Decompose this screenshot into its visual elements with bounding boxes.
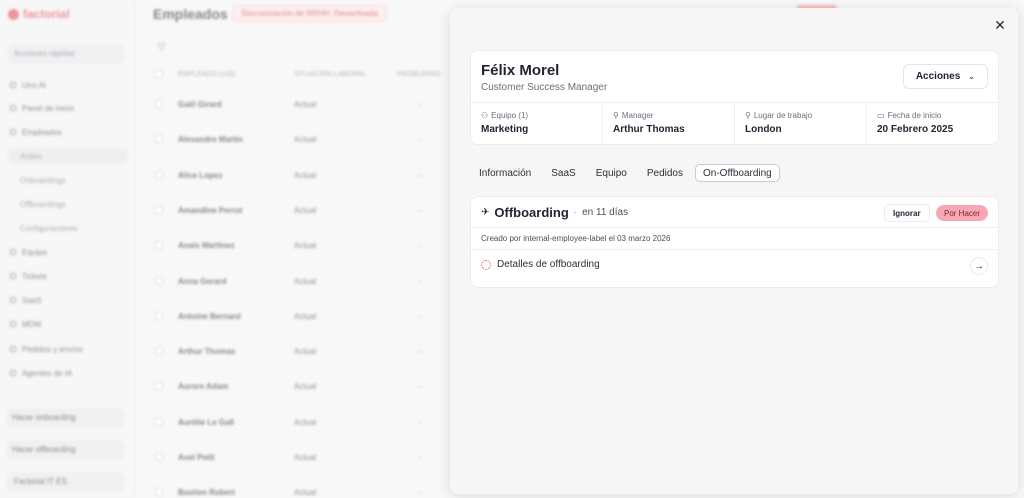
start-date-cell: ▭ Fecha de inicio 20 Febrero 2025: [867, 103, 998, 144]
offboarding-days: en 11 días: [582, 207, 629, 218]
offboarding-details-row[interactable]: Detalles de offboarding: [481, 259, 600, 270]
chevron-down-icon: ⌄: [968, 72, 975, 81]
manager-value[interactable]: Arthur Thomas: [613, 124, 724, 135]
employee-detail-modal: ✕ Félix Morel Customer Success Manager A…: [450, 8, 1018, 494]
plane-departure-icon: ✈: [481, 207, 490, 218]
employee-card: Félix Morel Customer Success Manager Acc…: [471, 51, 998, 144]
tab-saas[interactable]: SaaS: [543, 164, 583, 182]
offboarding-card: ✈ Offboarding · en 11 días Ignorar Por H…: [471, 197, 998, 287]
location-pin-icon: ⚲: [745, 111, 751, 120]
location-value: London: [745, 124, 782, 135]
status-badge[interactable]: Por Hacer: [936, 205, 989, 221]
divider: [471, 227, 998, 228]
actions-button[interactable]: Acciones ⌄: [902, 64, 988, 89]
offboarding-title: Offboarding: [494, 205, 569, 220]
calendar-icon: ▭: [877, 111, 885, 120]
tab-informacion[interactable]: Información: [471, 164, 539, 182]
ignore-button[interactable]: Ignorar: [884, 204, 930, 222]
location-cell: ⚲ Lugar de trabajo London: [735, 103, 867, 144]
user-icon: ⚲: [613, 111, 619, 120]
employee-role: Customer Success Manager: [481, 82, 608, 93]
close-icon[interactable]: ✕: [992, 17, 1008, 33]
start-date-value: 20 Febrero 2025: [877, 124, 954, 135]
team-cell: ⚇ Equipo (1) Marketing: [471, 103, 603, 144]
tab-equipo[interactable]: Equipo: [588, 164, 635, 182]
employee-name: Félix Morel: [481, 62, 560, 79]
progress-spinner-icon: [481, 259, 491, 270]
tab-pedidos[interactable]: Pedidos: [639, 164, 691, 182]
title-separator: ·: [573, 207, 578, 218]
tab-on-offboarding[interactable]: On-Offboarding: [695, 164, 780, 182]
people-icon: ⚇: [481, 111, 489, 120]
created-by-text: Creado por internal-employee-label el 03…: [481, 234, 671, 243]
manager-cell: ⚲ Manager Arthur Thomas: [603, 103, 735, 144]
arrow-right-icon[interactable]: →: [970, 257, 988, 275]
offboarding-header: ✈ Offboarding · en 11 días: [481, 205, 628, 220]
modal-tabs: Información SaaS Equipo Pedidos On-Offbo…: [471, 164, 780, 182]
divider: [471, 249, 998, 250]
team-value: Marketing: [481, 124, 529, 135]
employee-info-grid: ⚇ Equipo (1) Marketing ⚲ Manager Arthur Th…: [471, 102, 998, 144]
